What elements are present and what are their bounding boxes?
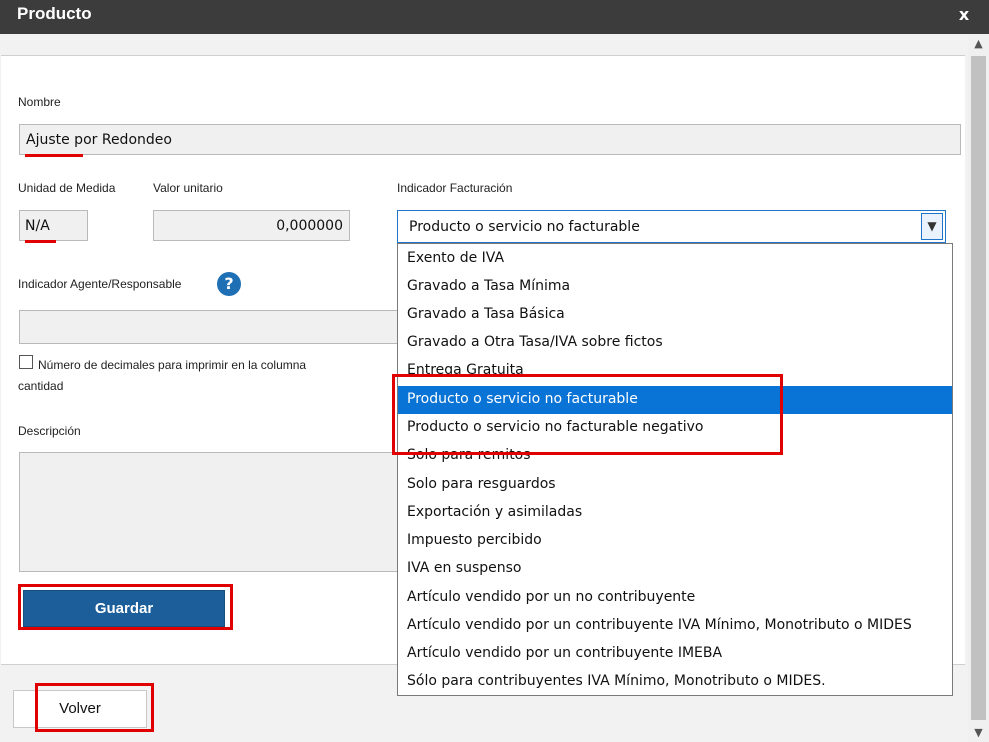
decimales-label: Número de decimales para imprimir en la … [38,358,307,372]
dropdown-option[interactable]: Gravado a Otra Tasa/IVA sobre fictos [398,329,952,357]
dialog-title: Producto [17,4,92,23]
unidad-label: Unidad de Medida [18,181,116,195]
scroll-down-icon[interactable]: ▼ [968,724,989,742]
dropdown-option[interactable]: Artículo vendido por un no contribuyente [398,584,952,612]
decimales-checkbox[interactable] [19,355,33,369]
dropdown-option[interactable]: Impuesto percibido [398,527,952,555]
scroll-up-icon[interactable]: ▲ [968,34,989,54]
select-value: Producto o servicio no facturable [409,219,640,235]
dropdown-option[interactable]: Gravado a Tasa Mínima [398,273,952,301]
indicador-facturacion-select[interactable]: Producto o servicio no facturable ▼ [397,210,946,243]
descripcion-textarea[interactable] [19,452,399,572]
close-icon[interactable]: x [954,3,974,27]
indicador-facturacion-label: Indicador Facturación [397,181,513,195]
dropdown-option[interactable]: Exento de IVA [398,245,952,273]
dropdown-option[interactable]: Solo para resguardos [398,471,952,499]
dropdown-option[interactable]: Artículo vendido por un contribuyente IV… [398,612,952,640]
nombre-field[interactable]: Ajuste por Redondeo [19,124,961,155]
unidad-field[interactable]: N/A [19,210,88,241]
annotation-underline [25,154,83,157]
scroll-thumb[interactable] [971,56,986,720]
annotation-underline [25,240,56,243]
dropdown-option[interactable]: Exportación y asimiladas [398,499,952,527]
dropdown-option[interactable]: IVA en suspenso [398,555,952,583]
annotation-box-options [392,374,783,455]
dropdown-option[interactable]: Sólo para contribuyentes IVA Mínimo, Mon… [398,668,952,696]
question-icon[interactable]: ? [217,272,241,296]
indicador-facturacion-dropdown: Exento de IVA Gravado a Tasa Mínima Grav… [397,243,953,696]
chevron-down-icon[interactable]: ▼ [921,213,943,240]
descripcion-label: Descripción [18,424,81,438]
vertical-scrollbar[interactable]: ▲ ▼ [968,34,989,742]
dropdown-option[interactable]: Artículo vendido por un contribuyente IM… [398,640,952,668]
decimales-label-cont: cantidad [18,379,64,393]
dialog-titlebar: Producto x [0,0,989,34]
annotation-box-guardar [18,584,233,630]
dropdown-option[interactable]: Gravado a Tasa Básica [398,301,952,329]
indicador-agente-label: Indicador Agente/Responsable [18,277,182,291]
valor-unitario-field[interactable]: 0,000000 [153,210,350,241]
indicador-agente-field[interactable] [19,310,399,344]
nombre-label: Nombre [18,95,61,109]
annotation-box-volver [35,683,154,732]
valor-label: Valor unitario [153,181,223,195]
